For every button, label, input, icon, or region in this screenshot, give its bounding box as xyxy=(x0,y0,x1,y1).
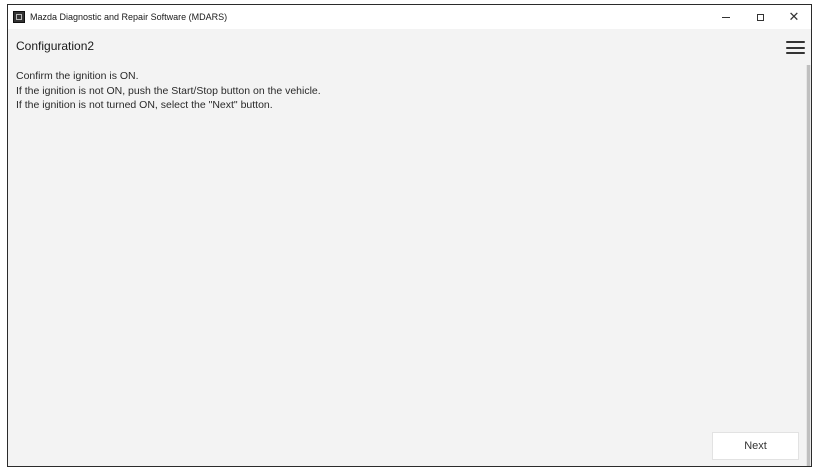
minimize-button[interactable] xyxy=(709,5,743,29)
maximize-icon xyxy=(756,13,764,21)
page-header: Configuration2 xyxy=(8,29,811,65)
next-button[interactable]: Next xyxy=(712,432,799,460)
screen: Mazda Diagnostic and Repair Software (MD… xyxy=(0,0,826,472)
maximize-button[interactable] xyxy=(743,5,777,29)
title-bar[interactable]: Mazda Diagnostic and Repair Software (MD… xyxy=(8,5,811,29)
instruction-line: Confirm the ignition is ON. xyxy=(16,70,139,82)
menu-line xyxy=(786,41,805,43)
close-button[interactable]: ✕ xyxy=(777,5,811,29)
app-window: Mazda Diagnostic and Repair Software (MD… xyxy=(7,4,812,467)
scrollbar-thumb[interactable] xyxy=(807,65,810,466)
window-controls: ✕ xyxy=(709,5,811,29)
minimize-icon xyxy=(722,16,730,18)
instruction-line: If the ignition is not ON, push the Star… xyxy=(16,84,321,97)
window-title: Mazda Diagnostic and Repair Software (MD… xyxy=(30,12,228,22)
instructions-panel: Confirm the ignition is ON. If the ignit… xyxy=(16,69,791,113)
menu-line xyxy=(786,52,805,54)
hamburger-menu-icon[interactable] xyxy=(786,41,805,54)
mdars-app-icon xyxy=(13,11,25,23)
menu-line xyxy=(786,46,805,49)
close-icon: ✕ xyxy=(788,9,800,25)
page-title: Configuration2 xyxy=(16,39,95,53)
vertical-scrollbar[interactable] xyxy=(806,65,811,466)
instruction-line: If the ignition is not turned ON, select… xyxy=(16,99,273,111)
